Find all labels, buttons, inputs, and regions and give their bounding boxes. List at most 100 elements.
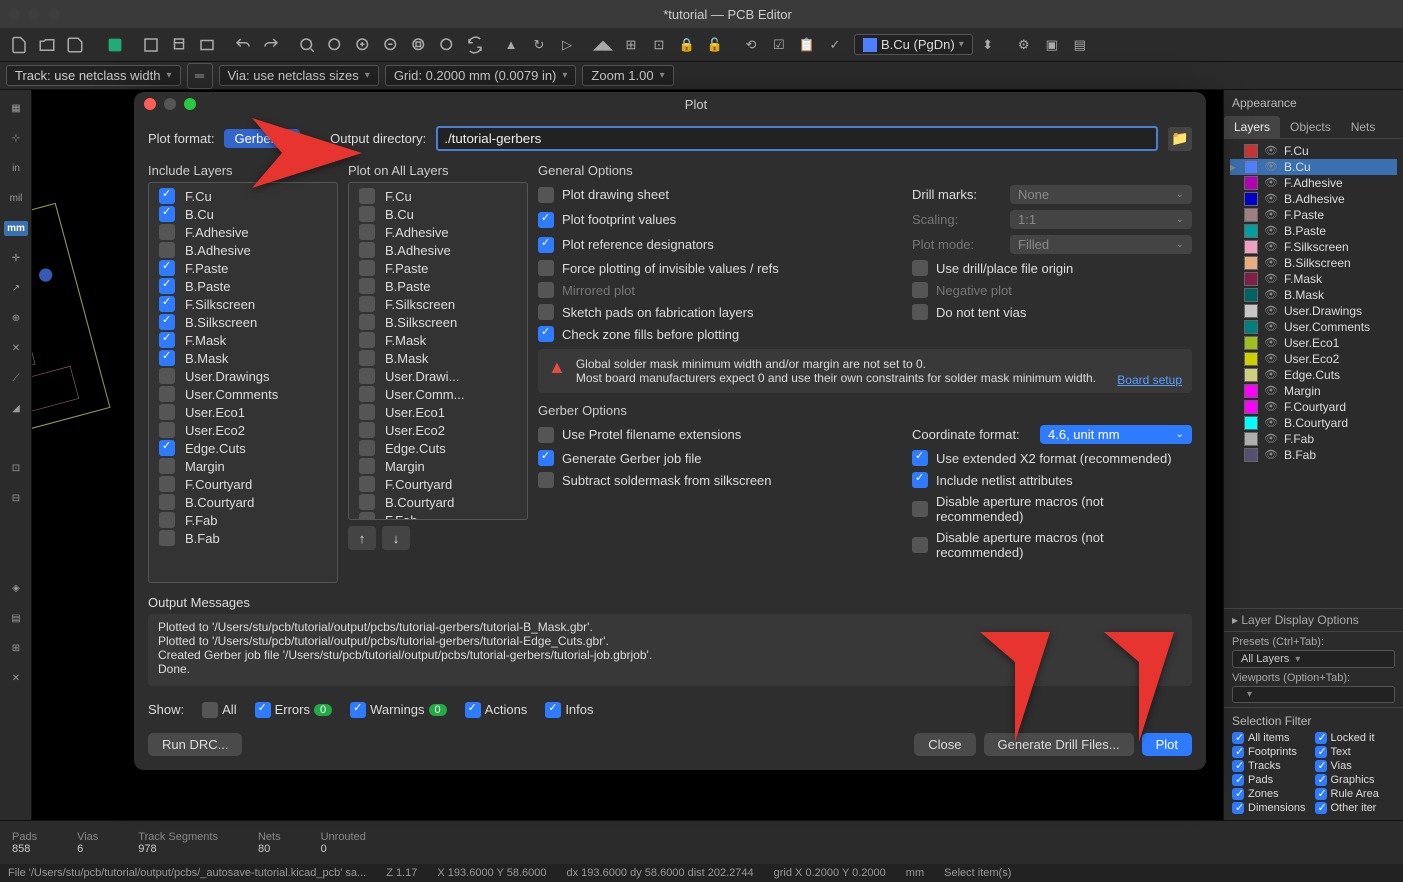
dialog-close-icon[interactable] xyxy=(144,98,156,110)
left-tool-12[interactable]: ⊡ xyxy=(2,454,30,482)
visibility-icon[interactable]: 👁 xyxy=(1264,160,1278,174)
filter-item[interactable]: Other iter xyxy=(1315,802,1396,814)
option-row[interactable]: Generate Gerber job file xyxy=(538,449,892,467)
visibility-icon[interactable]: 👁 xyxy=(1264,320,1278,334)
option-row[interactable]: Use drill/place file origin xyxy=(912,259,1192,277)
layer-checkbox-row[interactable]: Edge.Cuts xyxy=(353,439,523,457)
coord-format-row[interactable]: Coordinate format:4.6, unit mm xyxy=(912,424,1192,445)
layer-checkbox-row[interactable]: F.Cu xyxy=(153,187,333,205)
redo-icon[interactable] xyxy=(258,32,284,58)
layer-row[interactable]: 👁F.Adhesive xyxy=(1230,175,1397,191)
left-tool-13[interactable]: ⊟ xyxy=(2,484,30,512)
layer-checkbox-row[interactable]: User.Eco1 xyxy=(353,403,523,421)
presets-dropdown[interactable]: All Layers xyxy=(1232,650,1395,668)
drc-icon[interactable]: ✓ xyxy=(822,32,848,58)
visibility-icon[interactable]: 👁 xyxy=(1264,144,1278,158)
option-row[interactable]: Plot footprint values xyxy=(538,209,892,230)
visibility-icon[interactable]: 👁 xyxy=(1264,400,1278,414)
visibility-icon[interactable]: 👁 xyxy=(1264,336,1278,350)
filter-item[interactable]: Graphics xyxy=(1315,774,1396,786)
zoom-in-icon[interactable] xyxy=(350,32,376,58)
layer-checkbox-row[interactable]: B.Mask xyxy=(153,349,333,367)
refresh-icon[interactable] xyxy=(462,32,488,58)
show-errors-cb[interactable] xyxy=(255,702,271,718)
layer-row[interactable]: 👁User.Drawings xyxy=(1230,303,1397,319)
layer-row[interactable]: 👁F.Fab xyxy=(1230,431,1397,447)
tab-objects[interactable]: Objects xyxy=(1280,116,1341,138)
layer-row[interactable]: 👁F.Paste xyxy=(1230,207,1397,223)
3d-viewer-icon[interactable]: ▲ xyxy=(498,32,524,58)
visibility-icon[interactable]: 👁 xyxy=(1264,192,1278,206)
footprint-editor-icon[interactable]: ⊡ xyxy=(646,32,672,58)
option-row[interactable]: Scaling:1:1 xyxy=(912,209,1192,230)
layer-checkbox-row[interactable]: F.Courtyard xyxy=(153,475,333,493)
layer-checkbox-row[interactable]: User.Comments xyxy=(153,385,333,403)
left-tool-16[interactable]: ◈ xyxy=(2,574,30,602)
option-row[interactable]: Check zone fills before plotting xyxy=(538,325,892,343)
layer-row[interactable]: 👁B.Fab xyxy=(1230,447,1397,463)
show-all-cb[interactable] xyxy=(202,702,218,718)
visibility-icon[interactable]: 👁 xyxy=(1264,352,1278,366)
option-row[interactable]: Subtract soldermask from silkscreen xyxy=(538,471,892,489)
left-tool-0[interactable]: ▦ xyxy=(2,94,30,122)
move-down-button[interactable]: ↓ xyxy=(382,526,410,550)
show-actions-cb[interactable] xyxy=(465,702,481,718)
option-row[interactable]: Include netlist attributes xyxy=(912,471,1192,489)
footprint-icon[interactable]: ⊞ xyxy=(618,32,644,58)
layer-checkbox-row[interactable]: Margin xyxy=(153,457,333,475)
layer-checkbox-row[interactable]: F.Silkscreen xyxy=(353,295,523,313)
layer-checkbox-row[interactable]: Edge.Cuts xyxy=(153,439,333,457)
layer-pair-icon[interactable]: ⬍ xyxy=(975,32,1001,58)
layer-selector[interactable]: B.Cu (PgDn) ▾ xyxy=(854,34,973,55)
option-row[interactable]: Disable aperture macros (not recommended… xyxy=(912,493,1192,525)
layer-checkbox-row[interactable]: F.Mask xyxy=(153,331,333,349)
zoom-fit-icon[interactable] xyxy=(322,32,348,58)
schematic-icon[interactable]: 📋 xyxy=(794,32,820,58)
layer-checkbox-row[interactable]: B.Fab xyxy=(153,529,333,547)
left-tool-15[interactable] xyxy=(2,544,30,572)
layer-checkbox-row[interactable]: F.Silkscreen xyxy=(153,295,333,313)
visibility-icon[interactable]: 👁 xyxy=(1264,304,1278,318)
left-tool-11[interactable] xyxy=(2,424,30,452)
layer-checkbox-row[interactable]: User.Eco1 xyxy=(153,403,333,421)
left-tool-4[interactable]: mm xyxy=(2,214,30,242)
output-messages[interactable]: Plotted to '/Users/stu/pcb/tutorial/outp… xyxy=(148,614,1192,686)
filter-item[interactable]: Text xyxy=(1315,746,1396,758)
track-edit-icon[interactable]: ═ xyxy=(187,63,213,89)
undo-icon[interactable] xyxy=(230,32,256,58)
left-tool-18[interactable]: ⊞ xyxy=(2,634,30,662)
visibility-icon[interactable]: 👁 xyxy=(1264,176,1278,190)
filter-item[interactable]: Footprints xyxy=(1232,746,1313,758)
left-tool-8[interactable]: ✕ xyxy=(2,334,30,362)
filter-item[interactable]: Pads xyxy=(1232,774,1313,786)
left-tool-7[interactable]: ⊕ xyxy=(2,304,30,332)
viewports-dropdown[interactable] xyxy=(1232,686,1395,703)
left-tool-17[interactable]: ▤ xyxy=(2,604,30,632)
layer-row[interactable]: 👁User.Eco2 xyxy=(1230,351,1397,367)
open-icon[interactable] xyxy=(34,32,60,58)
console-icon[interactable]: ▤ xyxy=(1067,32,1093,58)
lock-icon[interactable]: 🔒 xyxy=(674,32,700,58)
visibility-icon[interactable]: 👁 xyxy=(1264,208,1278,222)
layer-row[interactable]: 👁B.Silkscreen xyxy=(1230,255,1397,271)
layer-checkbox-row[interactable]: User.Comm... xyxy=(353,385,523,403)
tab-layers[interactable]: Layers xyxy=(1224,116,1280,138)
option-row[interactable]: Force plotting of invisible values / ref… xyxy=(538,259,892,277)
visibility-icon[interactable]: 👁 xyxy=(1264,432,1278,446)
mirror-icon[interactable]: ◢◣ xyxy=(590,32,616,58)
layer-row[interactable]: 👁B.Adhesive xyxy=(1230,191,1397,207)
left-tool-2[interactable]: in xyxy=(2,154,30,182)
grid-dropdown[interactable]: Grid: 0.2000 mm (0.0079 in) xyxy=(385,65,577,86)
layer-checkbox-row[interactable]: B.Courtyard xyxy=(353,493,523,511)
layer-row[interactable]: 👁Edge.Cuts xyxy=(1230,367,1397,383)
layer-display-opts[interactable]: ▸ Layer Display Options xyxy=(1224,608,1403,631)
maximize-icon[interactable] xyxy=(48,8,60,20)
new-icon[interactable] xyxy=(6,32,32,58)
move-up-button[interactable]: ↑ xyxy=(348,526,376,550)
plot-all-layers-list[interactable]: F.CuB.CuF.AdhesiveB.AdhesiveF.PasteB.Pas… xyxy=(348,182,528,520)
layer-row[interactable]: 👁F.Courtyard xyxy=(1230,399,1397,415)
find-icon[interactable] xyxy=(294,32,320,58)
option-row[interactable]: Plot mode:Filled xyxy=(912,234,1192,255)
close-button[interactable]: Close xyxy=(914,733,975,756)
zoom-selection-icon[interactable] xyxy=(434,32,460,58)
